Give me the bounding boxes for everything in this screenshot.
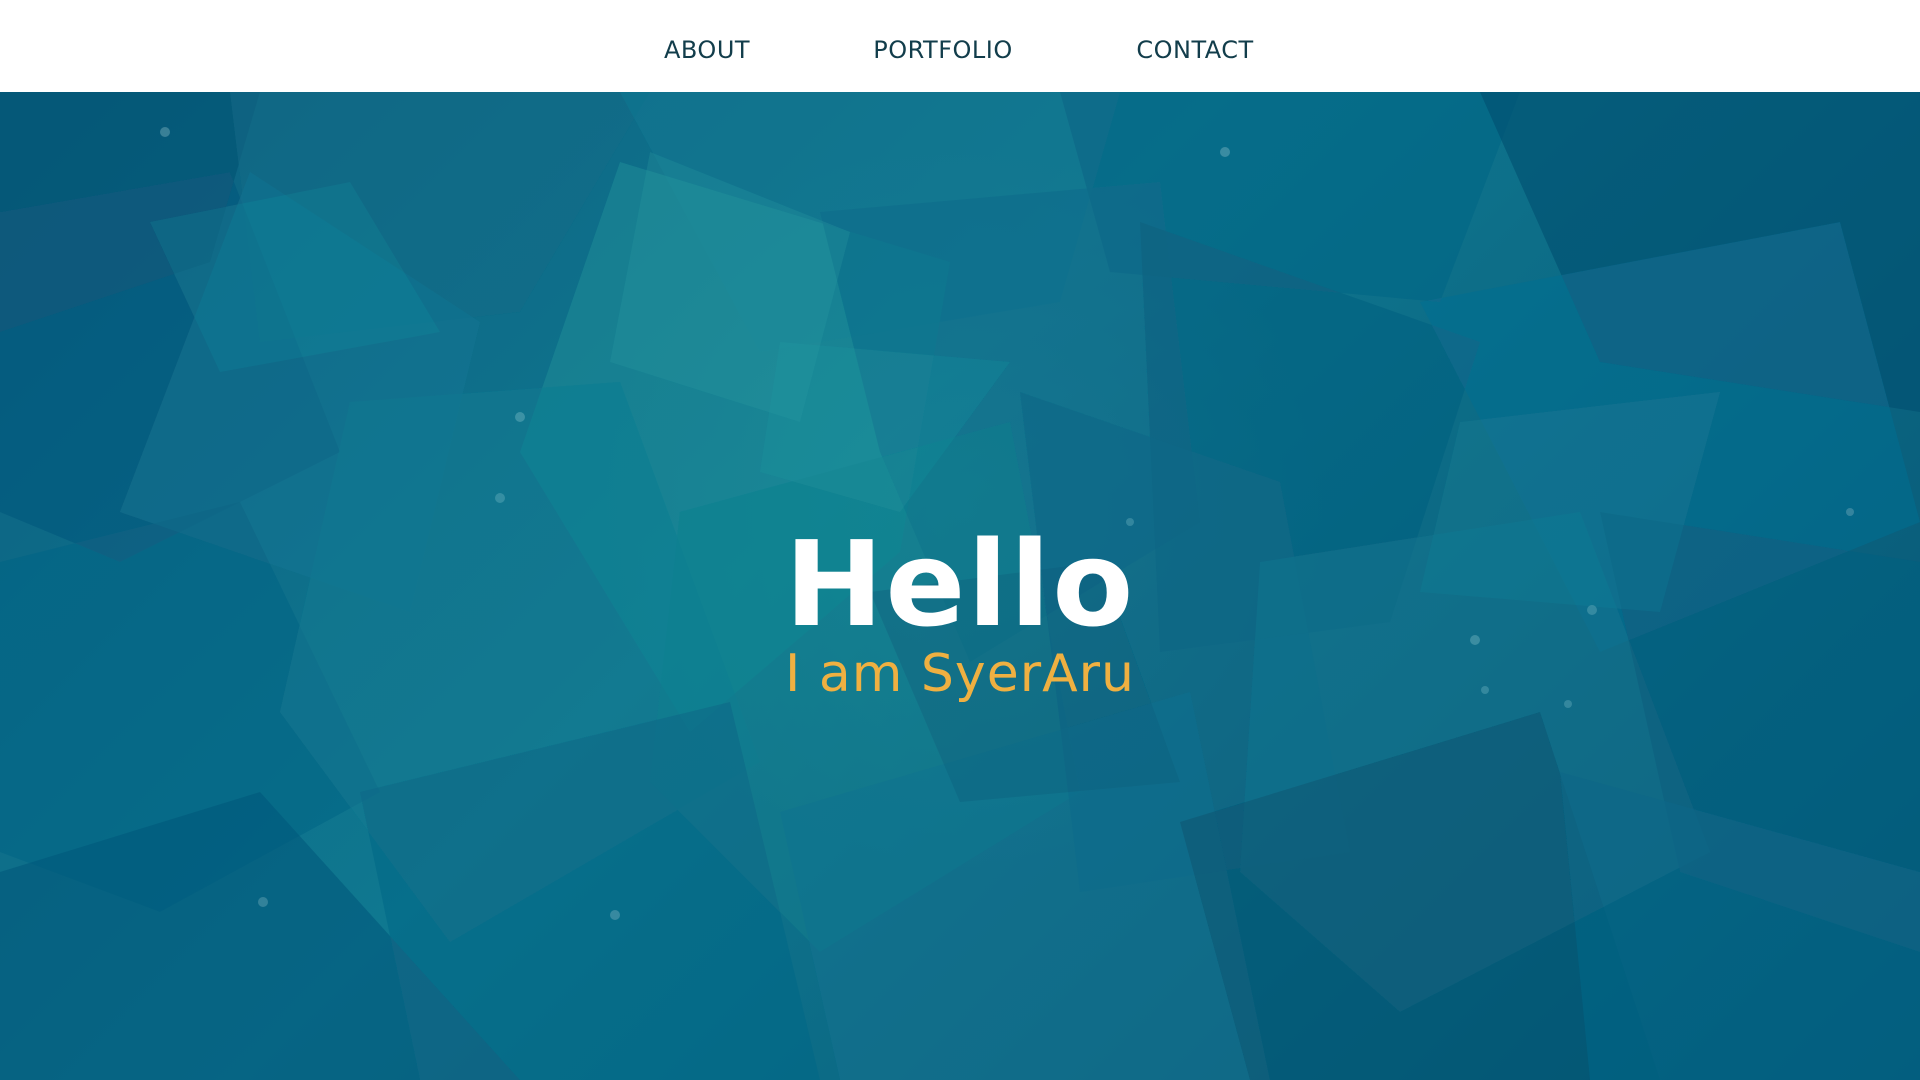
nav-portfolio-link[interactable]: PORTFOLIO [873,35,1013,65]
top-navigation: ABOUT PORTFOLIO CONTACT [0,0,1920,92]
portfolio-home-page: ABOUT PORTFOLIO CONTACT Hello I am SyerA… [0,0,1920,1080]
nav-contact-link[interactable]: CONTACT [1136,35,1253,65]
hero-greeting: Hello [784,515,1136,653]
hero-subtitle: I am SyerAru [785,644,1135,704]
nav-about-link[interactable]: ABOUT [664,35,750,65]
hero-section: Hello I am SyerAru [0,92,1920,1080]
